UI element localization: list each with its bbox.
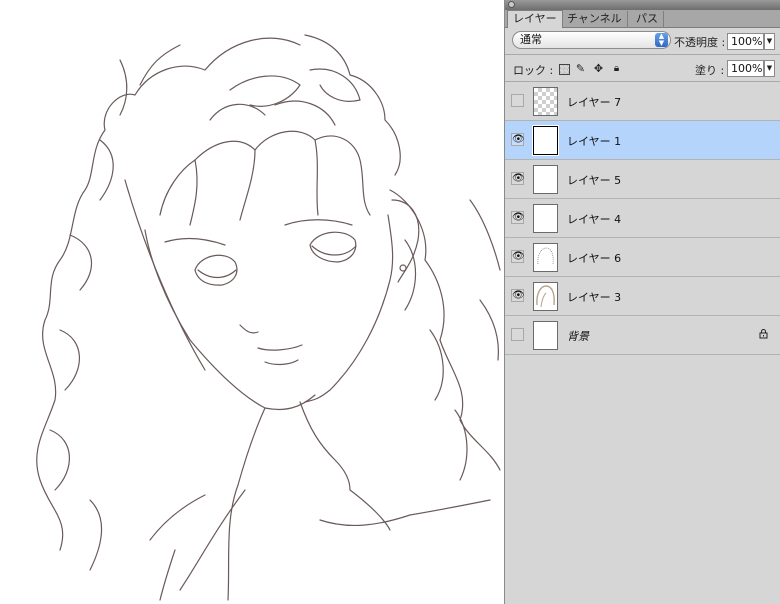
layer-name: レイヤー 1 bbox=[567, 135, 622, 148]
close-icon[interactable] bbox=[508, 1, 515, 8]
divider bbox=[505, 54, 780, 55]
layer-name: レイヤー 7 bbox=[567, 96, 622, 109]
lock-row: ロック : ✎ ✥ 🔒︎ 塗り : 100% ▼ bbox=[505, 56, 780, 80]
blend-mode-value: 通常 bbox=[520, 33, 542, 46]
visibility-toggle[interactable] bbox=[511, 94, 524, 107]
tab-paths[interactable]: パス bbox=[631, 11, 664, 28]
layer-name: レイヤー 4 bbox=[567, 213, 622, 226]
panel-tabs: レイヤー チャンネル パス bbox=[505, 10, 780, 28]
transparent-lock-icon[interactable] bbox=[559, 64, 570, 75]
visibility-toggle[interactable] bbox=[511, 328, 524, 341]
fill-label: 塗り : bbox=[695, 64, 725, 77]
line-art-drawing bbox=[36, 34, 501, 601]
layer-row[interactable]: レイヤー 7 bbox=[505, 82, 780, 121]
tab-channels[interactable]: チャンネル bbox=[562, 11, 628, 28]
fill-field[interactable]: 100% bbox=[727, 60, 764, 77]
move-lock-icon[interactable]: ✥ bbox=[593, 63, 604, 74]
layer-row[interactable]: 👁︎ レイヤー 1 bbox=[505, 121, 780, 160]
fill-dropdown-icon[interactable]: ▼ bbox=[764, 60, 775, 77]
select-arrows-icon: ▲ ▼ bbox=[655, 33, 668, 47]
layer-thumbnail[interactable] bbox=[533, 321, 558, 350]
opacity-dropdown-icon[interactable]: ▼ bbox=[764, 33, 775, 50]
layer-row[interactable]: 👁︎ レイヤー 4 bbox=[505, 199, 780, 238]
layer-row[interactable]: 👁︎ レイヤー 6 bbox=[505, 238, 780, 277]
panel-titlebar bbox=[505, 0, 780, 10]
opacity-field[interactable]: 100% bbox=[727, 33, 764, 50]
eye-icon[interactable]: 👁︎ bbox=[511, 211, 525, 224]
tab-layers[interactable]: レイヤー bbox=[507, 10, 563, 28]
blend-row: 通常 ▲ ▼ 不透明度 : 100% ▼ bbox=[505, 28, 780, 54]
layer-thumbnail[interactable] bbox=[533, 282, 558, 311]
layers-panel: レイヤー チャンネル パス 通常 ▲ ▼ 不透明度 : 100% ▼ ロック : … bbox=[504, 0, 780, 604]
opacity-label: 不透明度 : bbox=[674, 36, 726, 49]
layer-thumbnail[interactable] bbox=[533, 204, 558, 233]
eye-icon[interactable]: 👁︎ bbox=[511, 133, 525, 146]
eye-icon[interactable]: 👁︎ bbox=[511, 289, 525, 302]
layer-thumbnail[interactable] bbox=[533, 243, 558, 272]
eye-icon[interactable]: 👁︎ bbox=[511, 172, 525, 185]
blend-mode-select[interactable]: 通常 ▲ ▼ bbox=[512, 31, 671, 49]
all-lock-icon[interactable]: 🔒︎ bbox=[611, 63, 622, 74]
document-canvas[interactable] bbox=[0, 0, 504, 604]
layer-name: 背景 bbox=[567, 330, 589, 343]
brush-lock-icon[interactable]: ✎ bbox=[575, 63, 586, 74]
layer-row[interactable]: 👁︎ レイヤー 3 bbox=[505, 277, 780, 316]
layer-name: レイヤー 3 bbox=[567, 291, 622, 304]
layer-thumbnail[interactable] bbox=[533, 87, 558, 116]
layer-thumbnail[interactable] bbox=[533, 165, 558, 194]
layer-name: レイヤー 5 bbox=[567, 174, 622, 187]
layer-row[interactable]: 背景 bbox=[505, 316, 780, 355]
padlock-icon bbox=[759, 329, 768, 339]
lock-label: ロック : bbox=[513, 64, 554, 77]
layer-row[interactable]: 👁︎ レイヤー 5 bbox=[505, 160, 780, 199]
layer-thumbnail[interactable] bbox=[533, 126, 558, 155]
eye-icon[interactable]: 👁︎ bbox=[511, 250, 525, 263]
layer-name: レイヤー 6 bbox=[567, 252, 622, 265]
